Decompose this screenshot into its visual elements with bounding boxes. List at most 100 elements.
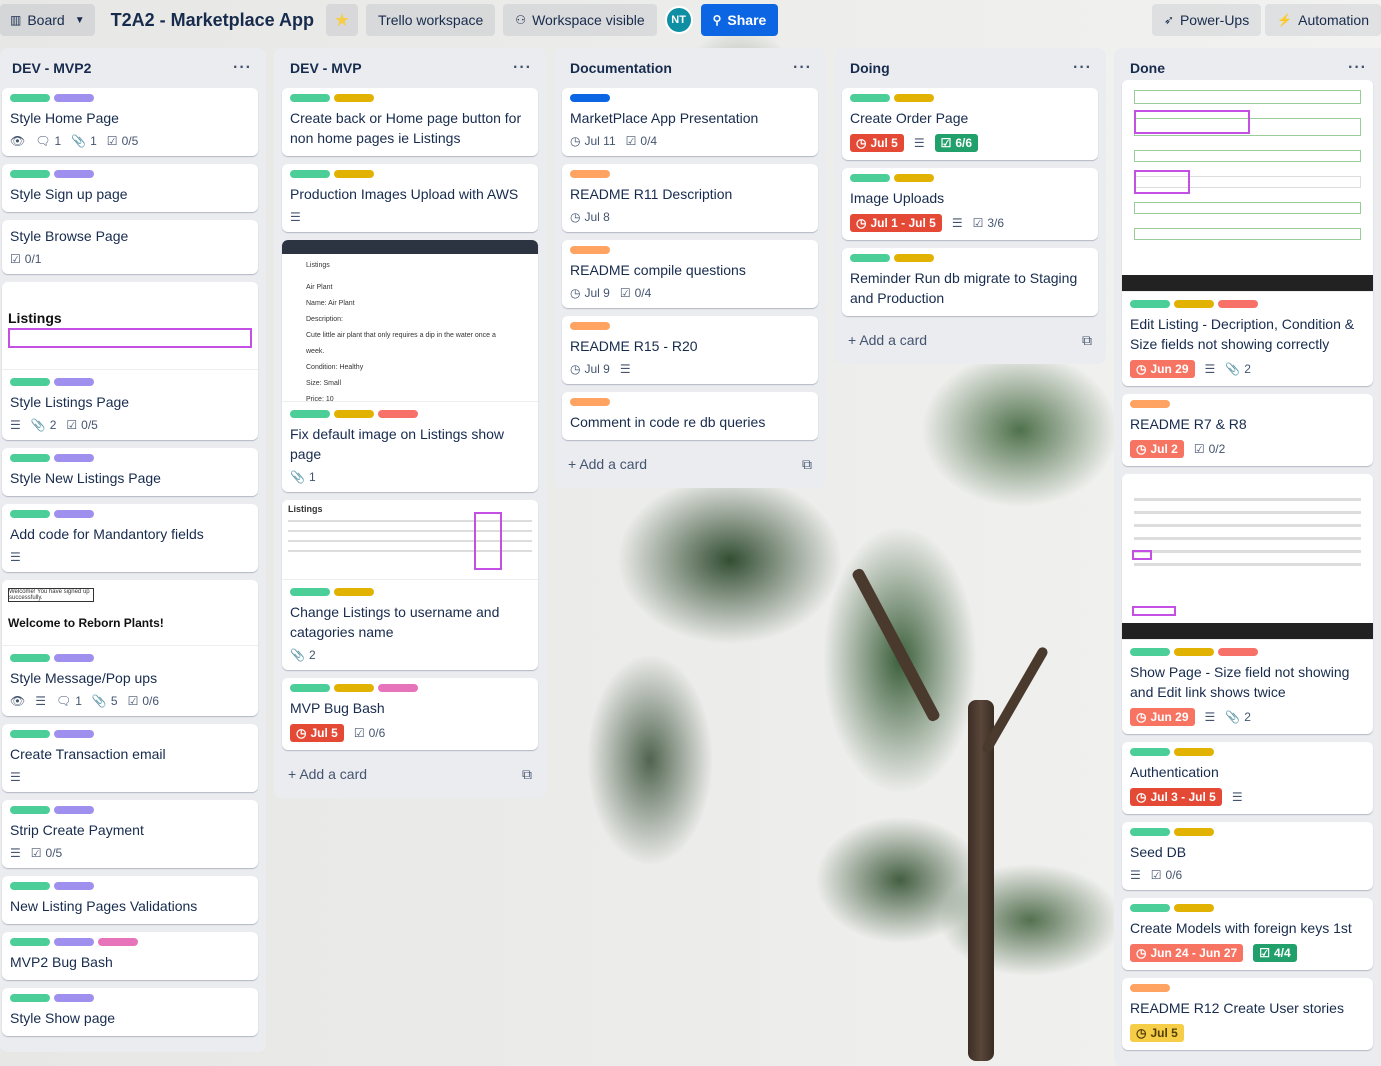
card-title: MVP Bug Bash — [290, 700, 385, 716]
card[interactable]: README R7 & R8 ◷ Jul 2 ☑ 0/2 — [1122, 394, 1373, 466]
card[interactable]: Production Images Upload with AWS ☰ — [282, 164, 538, 232]
card[interactable]: MarketPlace App Presentation ◷ Jul 11 ☑ … — [562, 88, 818, 156]
date-badge: ◷ Jul 9 — [570, 286, 610, 300]
thumb-browser-bar — [282, 240, 538, 254]
card-labels — [1130, 984, 1365, 992]
avatar[interactable]: NT — [664, 6, 693, 34]
due-date-badge[interactable]: ◷ Jul 3 - Jul 5 — [1130, 788, 1222, 806]
card-cover-image: Listings — [282, 500, 538, 580]
comment-badge: 🗨 1 — [56, 694, 82, 708]
due-date-badge[interactable]: ◷ Jul 2 — [1130, 440, 1184, 458]
checklist-count: 0/5 — [81, 418, 98, 432]
thumb-line: Condition: Healthy — [306, 364, 364, 371]
card[interactable]: Create Transaction email ☰ — [2, 724, 258, 792]
share-button[interactable]: ⚲ Share — [700, 4, 779, 36]
card[interactable]: README R12 Create User stories ◷ Jul 5 — [1122, 978, 1373, 1050]
card[interactable]: MVP Bug Bash ◷ Jul 5 ☑ 0/6 — [282, 678, 538, 750]
card-title: Style Listings Page — [10, 394, 130, 410]
list-title[interactable]: Doing — [844, 60, 890, 76]
card-badges: ◷ Jul 9 ☑ 0/4 — [570, 286, 810, 300]
template-icon[interactable]: ⧉ — [1082, 332, 1092, 349]
card-labels — [1130, 300, 1365, 308]
card[interactable]: Style Show page — [2, 988, 258, 1036]
label-blue — [570, 94, 610, 102]
due-date-badge[interactable]: ◷ Jul 5 — [1130, 1024, 1184, 1042]
more-icon[interactable]: ··· — [1348, 59, 1367, 77]
card[interactable]: Edit Listing - Decription, Condition & S… — [1122, 80, 1373, 386]
description-icon: ☰ — [913, 136, 925, 150]
automation-button[interactable]: ⚡ Automation — [1265, 4, 1381, 36]
list-title[interactable]: DEV - MVP — [284, 60, 362, 76]
due-date-badge[interactable]: ◷ Jul 5 — [850, 134, 904, 152]
add-card-button[interactable]: + Add a card ⧉ — [282, 758, 538, 790]
card-badges: ◷ Jun 24 - Jun 27 ☑ 4/4 — [1130, 944, 1365, 962]
due-date-badge[interactable]: ◷ Jun 24 - Jun 27 — [1130, 944, 1244, 962]
label-yellow — [334, 588, 374, 596]
card[interactable]: Welcome! You have signed up successfully… — [2, 580, 258, 716]
thumb-line: Name: Air Plant — [306, 300, 355, 307]
card[interactable]: MVP2 Bug Bash — [2, 932, 258, 980]
label-yellow — [1174, 828, 1214, 836]
due-date: Jul 3 - Jul 5 — [1150, 790, 1216, 804]
more-icon[interactable]: ··· — [233, 59, 252, 77]
card-title: README R7 & R8 — [1130, 416, 1247, 432]
card[interactable]: Listings Air Plant Name: Air Plant Descr… — [282, 240, 538, 492]
more-icon[interactable]: ··· — [1073, 59, 1092, 77]
card-labels — [290, 170, 530, 178]
label-green — [10, 510, 50, 518]
board-view-button[interactable]: ▥ Board ▼ — [0, 4, 95, 36]
list-title[interactable]: Documentation — [564, 60, 672, 76]
card[interactable]: Create Order Page ◷ Jul 5 ☰ ☑ 6/6 — [842, 88, 1098, 160]
due-date-badge[interactable]: ◷ Jun 29 — [1130, 360, 1195, 378]
add-card-button[interactable]: + Add a card ⧉ — [842, 324, 1098, 356]
due-date-badge[interactable]: ◷ Jul 5 — [290, 724, 344, 742]
card[interactable]: Listings Change Listings to username and… — [282, 500, 538, 670]
card[interactable]: Image Uploads ◷ Jul 1 - Jul 5 ☰ ☑ 3/6 — [842, 168, 1098, 240]
due-date-badge[interactable]: ◷ Jul 1 - Jul 5 — [850, 214, 942, 232]
card[interactable]: Create Models with foreign keys 1st ◷ Ju… — [1122, 898, 1373, 970]
description-icon: ☰ — [1231, 790, 1243, 804]
card-labels — [570, 246, 810, 254]
star-icon[interactable]: ★ — [326, 4, 358, 36]
card[interactable]: README R15 - R20 ◷ Jul 9 ☰ — [562, 316, 818, 384]
card[interactable]: Add code for Mandantory fields ☰ — [2, 504, 258, 572]
card-title: Style Sign up page — [10, 186, 128, 202]
list-header: Doing ··· — [842, 48, 1098, 88]
add-card-button[interactable]: + Add a card ⧉ — [562, 448, 818, 480]
description-icon: ☰ — [290, 210, 301, 224]
template-icon[interactable]: ⧉ — [522, 766, 532, 783]
card[interactable]: README R11 Description ◷ Jul 8 — [562, 164, 818, 232]
list-title[interactable]: Done — [1124, 60, 1165, 76]
card[interactable]: Authentication ◷ Jul 3 - Jul 5 ☰ — [1122, 742, 1373, 814]
template-icon[interactable]: ⧉ — [802, 456, 812, 473]
more-icon[interactable]: ··· — [513, 59, 532, 77]
add-card-label: Add a card — [299, 766, 368, 782]
card[interactable]: Show Page - Size field not showing and E… — [1122, 474, 1373, 734]
card[interactable]: Reminder Run db migrate to Staging and P… — [842, 248, 1098, 316]
due-date-badge[interactable]: ◷ Jun 29 — [1130, 708, 1195, 726]
powerups-button[interactable]: ➶ Power-Ups — [1151, 4, 1262, 36]
card[interactable]: Create back or Home page button for non … — [282, 88, 538, 156]
card[interactable]: Strip Create Payment ☰ ☑ 0/5 — [2, 800, 258, 868]
more-icon[interactable]: ··· — [793, 59, 812, 77]
card[interactable]: Style Sign up page — [2, 164, 258, 212]
card[interactable]: Comment in code re db queries — [562, 392, 818, 440]
workspace-button[interactable]: Trello workspace — [366, 4, 496, 36]
board-title[interactable]: T2A2 - Marketplace App — [111, 10, 314, 31]
label-yellow — [1174, 648, 1214, 656]
card-badges: ☰ — [10, 550, 250, 564]
card[interactable]: Style Browse Page ☑ 0/1 — [2, 220, 258, 274]
list-title[interactable]: DEV - MVP2 — [4, 60, 91, 76]
card[interactable]: README compile questions ◷ Jul 9 ☑ 0/4 — [562, 240, 818, 308]
label-green — [290, 410, 330, 418]
thumb-title: Listings — [306, 262, 330, 269]
card[interactable]: Style New Listings Page — [2, 448, 258, 496]
card[interactable]: Style Home Page 👁 🗨 1 📎 1 ☑ 0/5 — [2, 88, 258, 156]
card-badges: ◷ Jul 2 ☑ 0/2 — [1130, 440, 1365, 458]
visibility-button[interactable]: ⚇ Workspace visible — [503, 4, 657, 36]
thumb-title: Listings — [8, 310, 62, 326]
card[interactable]: Listings Style Listings Page ☰ 📎 2 ☑ 0/5 — [2, 282, 258, 440]
card[interactable]: New Listing Pages Validations — [2, 876, 258, 924]
comment-count: 1 — [54, 134, 62, 148]
card[interactable]: Seed DB ☰ ☑ 0/6 — [1122, 822, 1373, 890]
